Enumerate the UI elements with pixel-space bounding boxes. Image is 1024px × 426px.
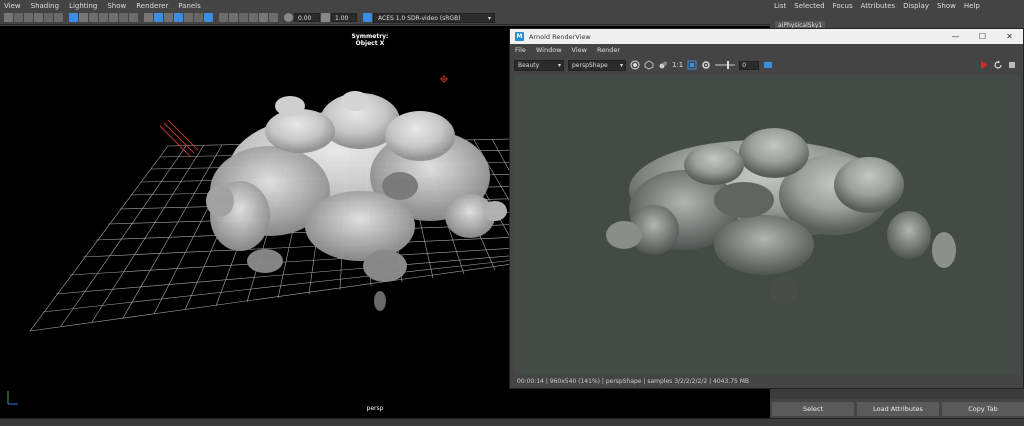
menu-panels[interactable]: Panels (174, 2, 207, 10)
record-icon[interactable] (630, 60, 640, 70)
attribute-editor-menubar: List Selected Focus Attributes Display S… (770, 0, 1024, 11)
rv-menu-render[interactable]: Render (592, 46, 625, 54)
maya-logo-icon: M (515, 32, 524, 41)
symmetry-label: Symmetry: Object X (351, 33, 389, 47)
image-plane-icon[interactable] (34, 13, 43, 22)
isolate-select-icon[interactable] (249, 13, 258, 22)
gamma-field[interactable]: 1.00 (331, 13, 357, 22)
color-channels-icon[interactable] (644, 60, 654, 70)
exposure-icon[interactable] (284, 13, 293, 22)
bookmark-icon[interactable] (24, 13, 33, 22)
render-canvas[interactable] (514, 75, 1021, 375)
maximize-button[interactable]: ☐ (969, 29, 996, 44)
xray-joints-icon[interactable] (269, 13, 278, 22)
grid-icon[interactable] (69, 13, 78, 22)
ae-menu-show[interactable]: Show (933, 2, 960, 10)
resolution-gate-icon[interactable] (89, 13, 98, 22)
compare-icon[interactable] (658, 60, 668, 70)
ae-menu-selected[interactable]: Selected (790, 2, 828, 10)
axis-gizmo (7, 391, 18, 405)
menu-shading[interactable]: Shading (27, 2, 65, 10)
gate-mask-icon[interactable] (99, 13, 108, 22)
wireframe-on-shaded-icon[interactable] (164, 13, 173, 22)
render-status-bar: 00:00:14 | 960x540 (141%) | perspShape |… (517, 378, 750, 385)
rv-menu-view[interactable]: View (567, 46, 592, 54)
exposure-value[interactable]: 0 (739, 60, 760, 70)
aov-dropdown[interactable]: Beauty ▾ (514, 59, 564, 71)
attribute-editor-buttons: Select Load Attributes Copy Tab (772, 402, 1024, 416)
color-space-dropdown[interactable]: ACES 1.0 SDR-video (sRGB) ▾ (373, 12, 495, 23)
wireframe-icon[interactable] (144, 13, 153, 22)
viewport-toolbar: 0.00 1.00 ACES 1.0 SDR-video (sRGB) ▾ (0, 11, 770, 25)
smooth-shade-icon[interactable] (154, 13, 163, 22)
exposure-slider[interactable] (715, 61, 736, 69)
field-chart-icon[interactable] (109, 13, 118, 22)
color-management-icon[interactable] (363, 13, 372, 22)
safe-action-icon[interactable] (119, 13, 128, 22)
close-button[interactable]: ✕ (996, 29, 1023, 44)
play-render-icon[interactable] (979, 60, 989, 70)
ae-menu-help[interactable]: Help (960, 2, 984, 10)
gamma-icon[interactable] (321, 13, 330, 22)
menu-renderer[interactable]: Renderer (132, 2, 174, 10)
snapshot-icon[interactable] (763, 60, 773, 70)
safe-title-icon[interactable] (129, 13, 138, 22)
renderview-titlebar[interactable]: M Arnold RenderView — ☐ ✕ (510, 29, 1023, 44)
arnold-renderview-window: M Arnold RenderView — ☐ ✕ File Window Vi… (509, 28, 1024, 389)
aov-value: Beauty (518, 61, 540, 69)
crop-region-icon[interactable] (687, 60, 697, 70)
directional-light (159, 119, 199, 157)
exposure-field[interactable]: 0.00 (294, 13, 320, 22)
rendered-cloud-image (606, 128, 956, 304)
menu-show[interactable]: Show (103, 2, 132, 10)
light-locator (440, 75, 448, 83)
refresh-render-icon[interactable] (993, 60, 1003, 70)
cloud-volume (206, 91, 507, 311)
menu-view[interactable]: View (0, 2, 27, 10)
rv-menu-file[interactable]: File (510, 46, 531, 54)
ae-menu-list[interactable]: List (770, 2, 790, 10)
rv-menu-window[interactable]: Window (531, 46, 567, 54)
xray-icon[interactable] (259, 13, 268, 22)
settings-gear-icon[interactable] (701, 60, 711, 70)
ae-menu-display[interactable]: Display (899, 2, 933, 10)
camera-dropdown[interactable]: perspShape ▾ (568, 59, 626, 71)
menu-lighting[interactable]: Lighting (65, 2, 103, 10)
camera-value: perspShape (572, 61, 608, 69)
motion-blur-icon[interactable] (219, 13, 228, 22)
camera-label: persp (366, 405, 384, 412)
2d-pan-icon[interactable] (44, 13, 53, 22)
load-attributes-button[interactable]: Load Attributes (857, 402, 939, 416)
grease-pencil-icon[interactable] (54, 13, 63, 22)
minimize-button[interactable]: — (942, 29, 969, 44)
chevron-down-icon: ▾ (557, 61, 561, 69)
film-gate-icon[interactable] (79, 13, 88, 22)
camera-select-icon[interactable] (4, 13, 13, 22)
renderview-toolbar: Beauty ▾ perspShape ▾ 1:1 0 (510, 57, 1023, 73)
chevron-down-icon: ▾ (619, 61, 623, 69)
stop-render-icon[interactable] (1007, 60, 1017, 70)
copy-tab-button[interactable]: Copy Tab (942, 402, 1024, 416)
window-controls: — ☐ ✕ (942, 29, 1023, 44)
chevron-down-icon: ▾ (487, 14, 491, 22)
time-slider[interactable] (0, 418, 1024, 426)
ae-menu-attributes[interactable]: Attributes (857, 2, 900, 10)
shadows-icon[interactable] (194, 13, 203, 22)
ambient-occlusion-icon[interactable] (204, 13, 213, 22)
window-title: Arnold RenderView (529, 32, 591, 41)
camera-attributes-icon[interactable] (14, 13, 23, 22)
use-lights-icon[interactable] (184, 13, 193, 22)
ratio-label[interactable]: 1:1 (672, 61, 683, 69)
renderview-menubar: File Window View Render (510, 44, 1023, 56)
viewport-menubar: View Shading Lighting Show Renderer Pane… (0, 0, 770, 11)
select-button[interactable]: Select (772, 402, 854, 416)
anti-aliasing-icon[interactable] (229, 13, 238, 22)
textured-icon[interactable] (174, 13, 183, 22)
ae-menu-focus[interactable]: Focus (829, 2, 857, 10)
depth-of-field-icon[interactable] (239, 13, 248, 22)
color-space-value: ACES 1.0 SDR-video (sRGB) (378, 14, 461, 22)
